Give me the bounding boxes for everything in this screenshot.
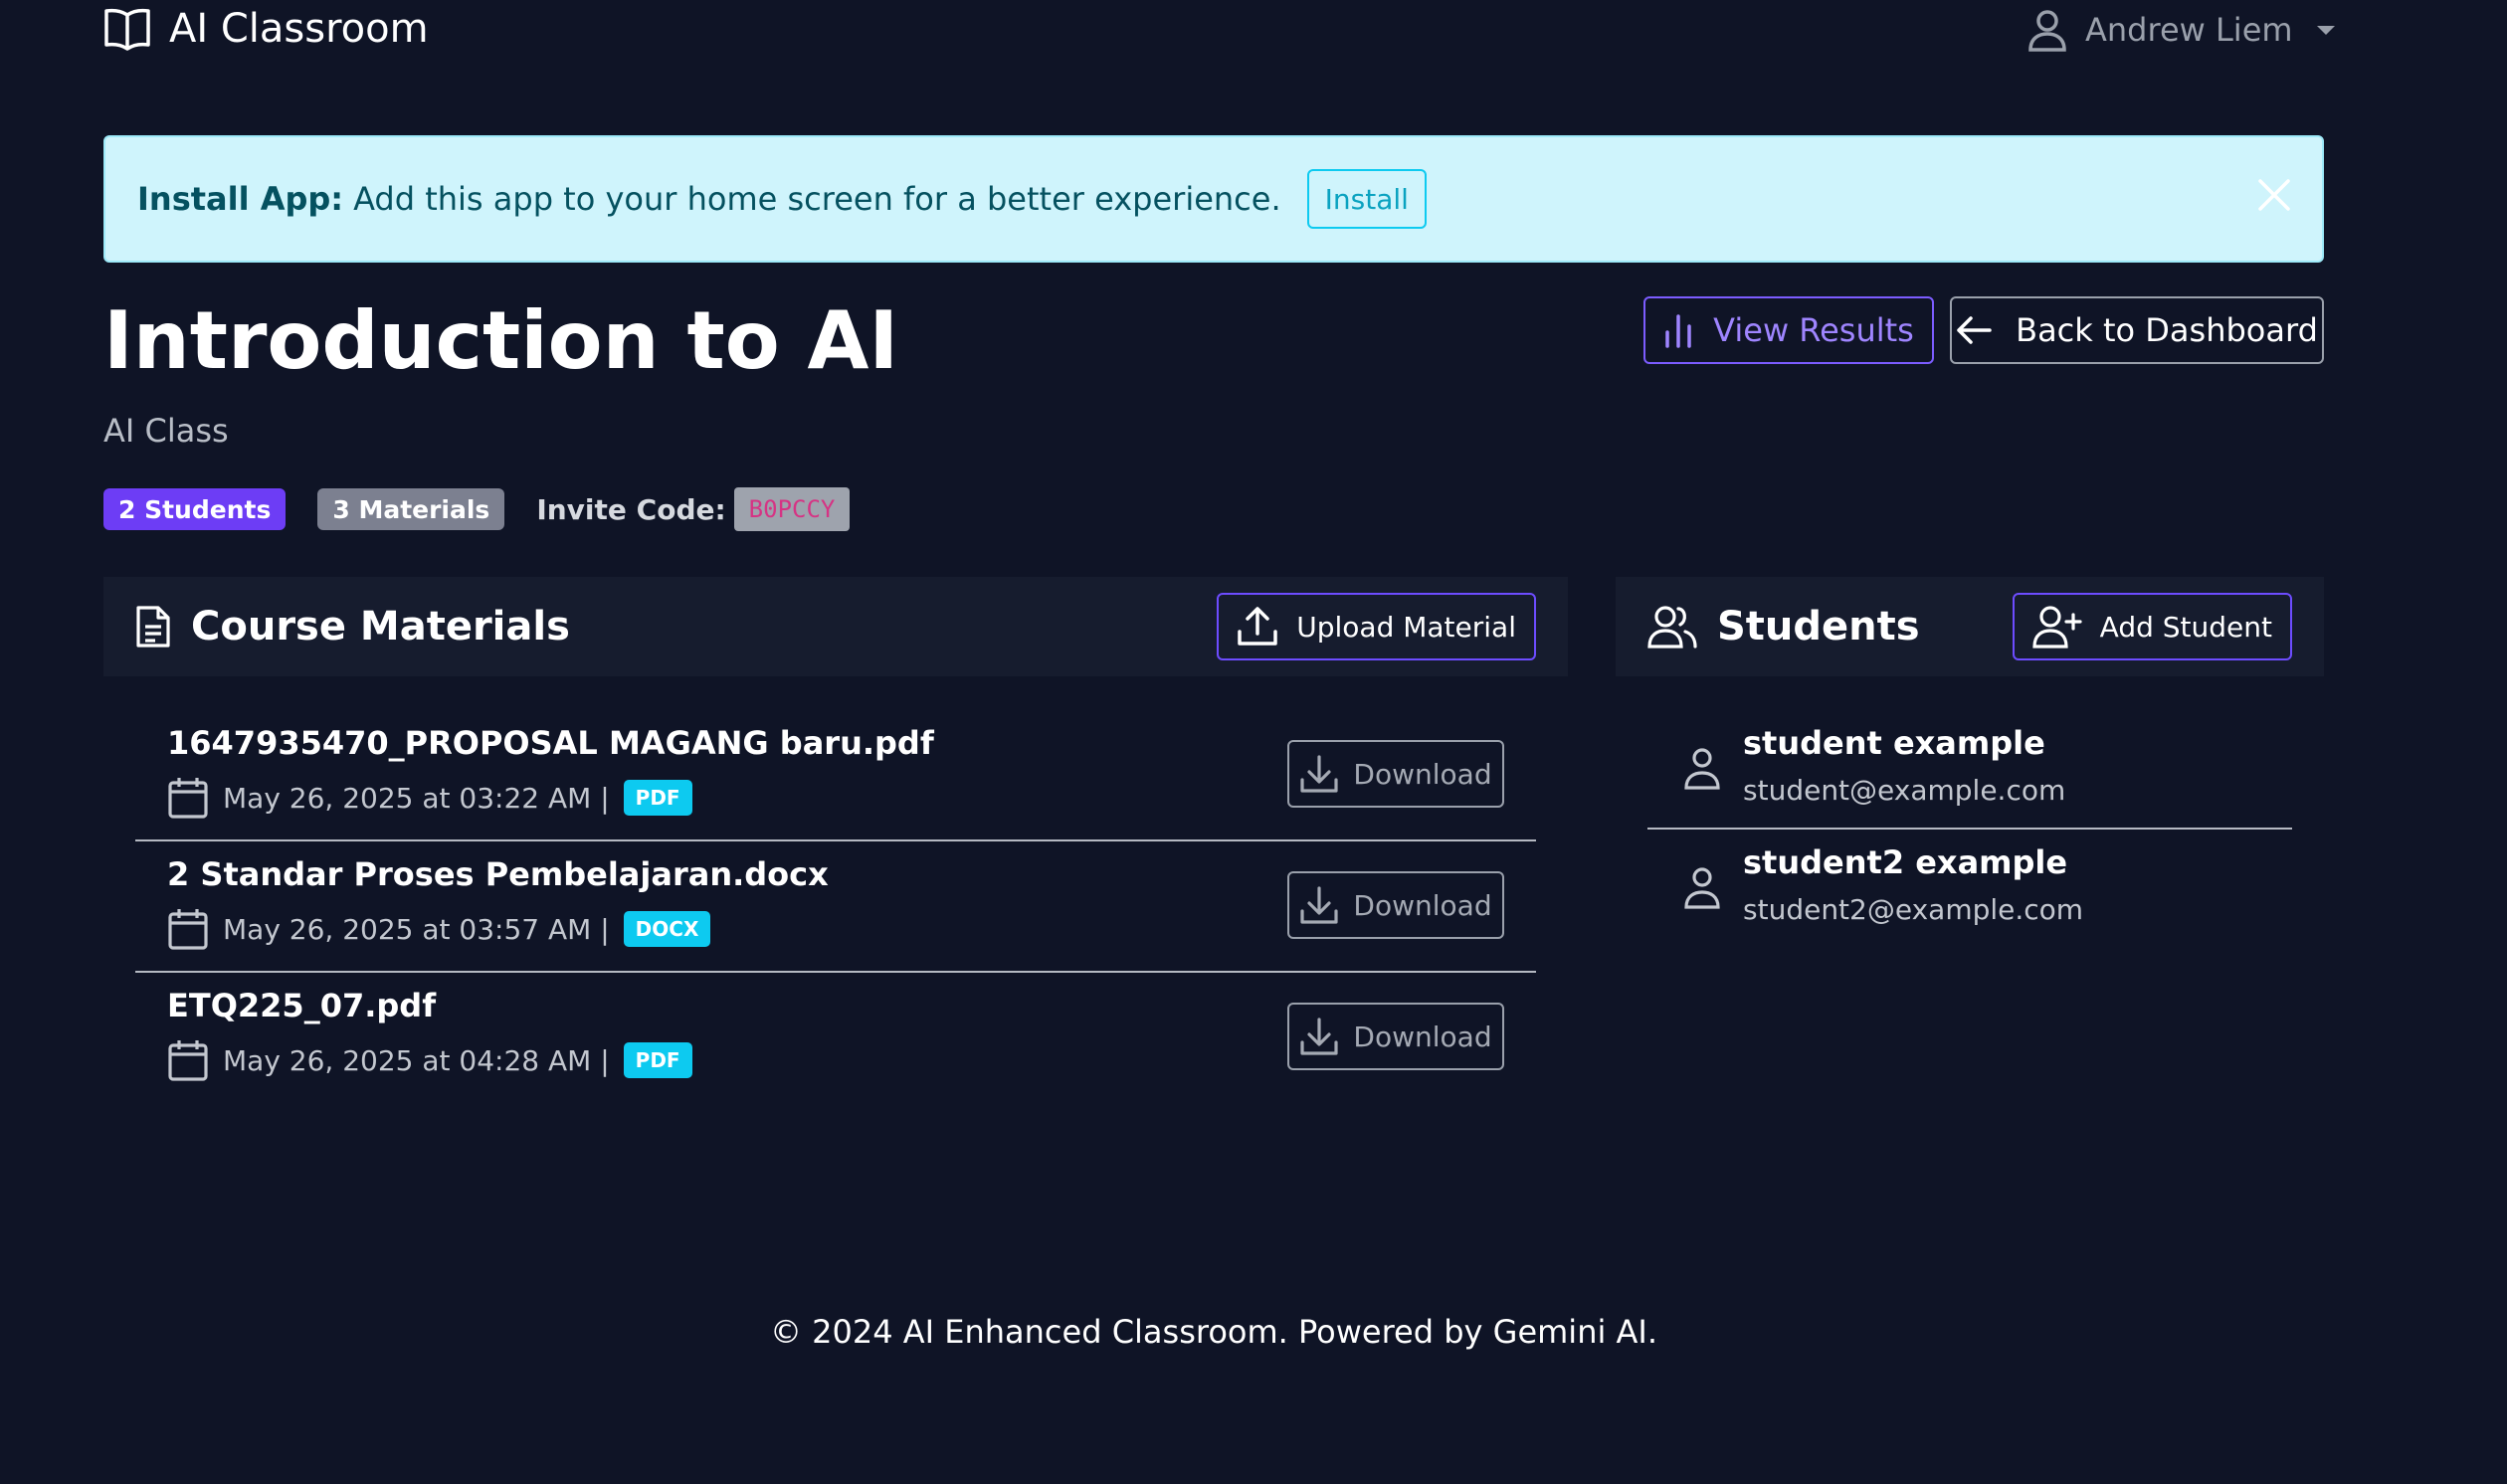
user-icon (1683, 865, 1721, 909)
document-icon (135, 605, 171, 649)
navbar-brand[interactable]: AI Classroom (103, 6, 429, 52)
student-item: student2 example student2@example.com (1647, 830, 2292, 949)
user-icon (2027, 8, 2067, 52)
download-label: Download (1353, 888, 1492, 922)
view-results-button[interactable]: View Results (1643, 296, 1934, 364)
material-meta: May 26, 2025 at 03:22 AM | PDF (167, 776, 692, 820)
user-name: Andrew Liem (2085, 11, 2293, 49)
materials-list: 1647935470_PROPOSAL MAGANG baru.pdf May … (135, 710, 1536, 1104)
students-count-badge: 2 Students (103, 488, 287, 530)
close-icon[interactable] (2256, 177, 2292, 213)
material-name: 1647935470_PROPOSAL MAGANG baru.pdf (167, 724, 934, 762)
back-to-dashboard-label: Back to Dashboard (2016, 311, 2318, 349)
download-button[interactable]: Download (1287, 1003, 1504, 1070)
brand-name: AI Classroom (169, 6, 429, 52)
install-button[interactable]: Install (1306, 169, 1427, 229)
download-icon (1299, 754, 1339, 794)
materials-count-badge: 3 Materials (317, 488, 505, 530)
page-title: Introduction to AI (103, 294, 899, 387)
material-name: 2 Standar Proses Pembelajaran.docx (167, 855, 829, 893)
alert-title: Install App: (137, 180, 344, 218)
material-name: ETQ225_07.pdf (167, 987, 437, 1024)
material-meta: May 26, 2025 at 04:28 AM | PDF (167, 1038, 692, 1082)
install-alert: Install App: Add this app to your home s… (103, 135, 2324, 263)
material-date: May 26, 2025 at 03:22 AM | (223, 781, 610, 815)
students-title: Students (1717, 604, 1920, 649)
download-button[interactable]: Download (1287, 740, 1504, 808)
book-icon (103, 7, 151, 51)
student-item: student example student@example.com (1647, 710, 2292, 830)
download-label: Download (1353, 1020, 1492, 1053)
course-subtitle: AI Class (103, 412, 229, 450)
file-type-badge: PDF (623, 780, 692, 816)
student-email: student@example.com (1743, 774, 2066, 807)
student-name: student example (1743, 724, 2045, 762)
file-type-badge: DOCX (623, 911, 711, 947)
calendar-icon (167, 776, 209, 820)
add-student-label: Add Student (2099, 610, 2272, 644)
upload-icon (1237, 606, 1278, 648)
alert-message: Add this app to your home screen for a b… (353, 180, 1281, 218)
student-name: student2 example (1743, 843, 2068, 881)
add-student-button[interactable]: Add Student (2012, 593, 2292, 660)
bar-chart-icon (1663, 312, 1693, 348)
download-icon (1299, 1017, 1339, 1056)
calendar-icon (167, 907, 209, 951)
material-date: May 26, 2025 at 03:57 AM | (223, 912, 610, 946)
material-item: 2 Standar Proses Pembelajaran.docx May 2… (135, 841, 1536, 973)
user-icon (1683, 746, 1721, 790)
person-add-icon (2032, 605, 2082, 649)
download-icon (1299, 885, 1339, 925)
footer-text: © 2024 AI Enhanced Classroom. Powered by… (769, 1313, 1658, 1351)
material-meta: May 26, 2025 at 03:57 AM | DOCX (167, 907, 711, 951)
material-item: ETQ225_07.pdf May 26, 2025 at 04:28 AM |… (135, 973, 1536, 1104)
material-date: May 26, 2025 at 04:28 AM | (223, 1043, 610, 1077)
students-list: student example student@example.com stud… (1647, 710, 2292, 949)
course-badges: 2 Students 3 Materials Invite Code: B0PC… (103, 487, 851, 531)
chevron-down-icon (2316, 25, 2335, 35)
user-menu[interactable]: Andrew Liem (2027, 8, 2335, 52)
material-item: 1647935470_PROPOSAL MAGANG baru.pdf May … (135, 710, 1536, 841)
student-email: student2@example.com (1743, 893, 2084, 926)
course-materials-header: Course Materials Upload Material (103, 577, 1568, 676)
download-label: Download (1353, 757, 1492, 791)
arrow-left-icon (1956, 315, 1992, 345)
people-icon (1647, 605, 1697, 649)
course-materials-title: Course Materials (191, 604, 570, 649)
invite-code-label: Invite Code: (536, 492, 726, 526)
students-header: Students Add Student (1616, 577, 2324, 676)
download-button[interactable]: Download (1287, 871, 1504, 939)
upload-material-label: Upload Material (1296, 610, 1516, 644)
invite-code-value: B0PCCY (733, 487, 851, 531)
view-results-label: View Results (1713, 311, 1914, 349)
back-to-dashboard-button[interactable]: Back to Dashboard (1950, 296, 2324, 364)
upload-material-button[interactable]: Upload Material (1217, 593, 1536, 660)
file-type-badge: PDF (623, 1042, 692, 1078)
calendar-icon (167, 1038, 209, 1082)
